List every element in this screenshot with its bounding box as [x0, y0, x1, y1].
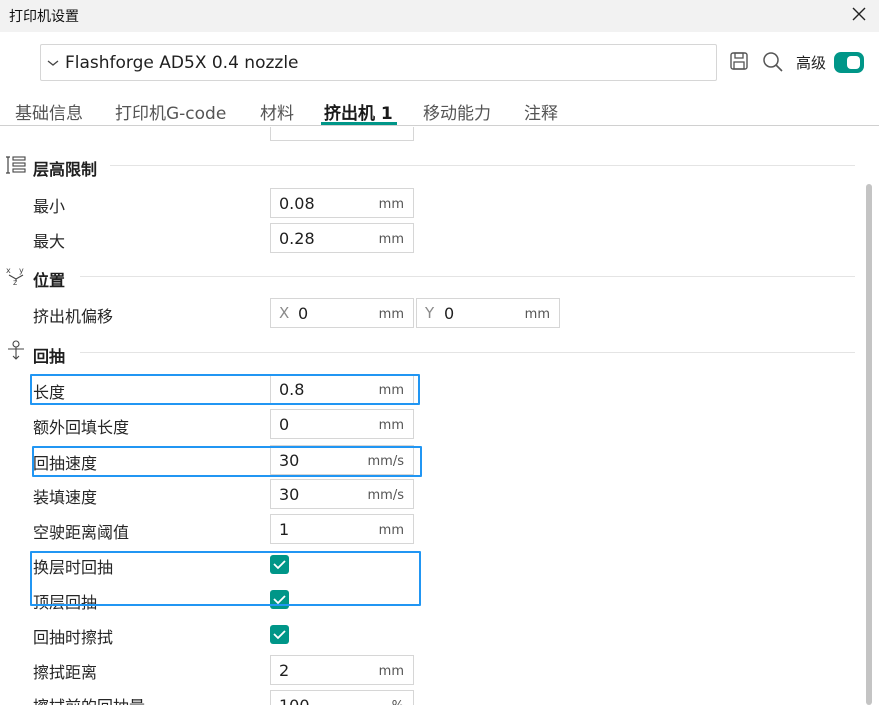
extra-restart-field[interactable]: 0 mm [270, 409, 414, 439]
travel-threshold-field[interactable]: 1 mm [270, 514, 414, 544]
svg-text:x: x [6, 266, 11, 275]
tab-extruder-1[interactable]: 挤出机 1 [324, 99, 393, 124]
x-prefix: X [279, 304, 290, 322]
tab-bar: 基础信息 打印机G-code 材料 挤出机 1 移动能力 注释 [0, 94, 879, 126]
extra-restart-label: 额外回填长度 [33, 418, 130, 437]
advanced-toggle[interactable] [834, 52, 864, 73]
field-unit: mm [378, 197, 404, 212]
wipe-distance-field[interactable]: 2 mm [270, 655, 414, 685]
field-unit: mm [378, 418, 404, 433]
field-value: 0.08 [279, 194, 315, 213]
wipe-distance-label: 擦拭距离 [33, 663, 98, 682]
tab-printer-gcode[interactable]: 打印机G-code [115, 99, 226, 124]
travel-threshold-label: 空驶距离阈值 [33, 523, 130, 542]
field-value: 30 [279, 485, 300, 504]
layer-max-field[interactable]: 0.28 mm [270, 223, 414, 253]
field-value: 0.28 [279, 229, 315, 248]
field-unit: % [392, 699, 404, 705]
toggle-knob [847, 56, 860, 69]
retract-before-wipe-field[interactable]: 100 % [270, 690, 414, 705]
field-unit: mm [378, 664, 404, 679]
svg-text:z: z [13, 278, 17, 287]
section-divider [110, 165, 855, 166]
highlight-box-checkboxes [30, 551, 421, 606]
extruder-offset-label: 挤出机偏移 [33, 307, 114, 326]
section-divider [80, 352, 855, 353]
field-value: 100 [279, 696, 310, 705]
retraction-icon [8, 340, 24, 360]
save-icon[interactable] [729, 51, 749, 71]
tab-notes[interactable]: 注释 [524, 99, 558, 124]
field-unit: mm/s [367, 488, 404, 503]
highlight-box-length [30, 374, 420, 405]
field-unit: mm [378, 523, 404, 538]
settings-panel: 层高限制 最小 0.08 mm 最大 0.28 mm x y z 位置 挤出机偏… [0, 127, 860, 705]
svg-text:y: y [19, 266, 24, 275]
layer-height-icon [6, 156, 26, 174]
close-icon[interactable] [851, 6, 867, 22]
section-divider [80, 276, 855, 277]
layer-min-label: 最小 [33, 197, 66, 216]
deretract-speed-label: 装填速度 [33, 488, 98, 507]
chevron-down-icon [47, 60, 59, 66]
layer-max-label: 最大 [33, 232, 66, 251]
field-value: 0 [298, 304, 309, 323]
title-bar: 打印机设置 [0, 0, 879, 32]
position-icon: x y z [6, 266, 24, 287]
active-tab-indicator [321, 122, 397, 125]
highlight-box-speed [32, 446, 422, 477]
offset-y-field[interactable]: Y 0 mm [416, 298, 560, 328]
offset-x-field[interactable]: X 0 mm [270, 298, 414, 328]
field-value: 1 [279, 520, 290, 539]
field-value: 2 [279, 661, 290, 680]
tab-motion-ability[interactable]: 移动能力 [423, 99, 491, 124]
check-icon [273, 630, 286, 640]
deretract-speed-field[interactable]: 30 mm/s [270, 479, 414, 509]
advanced-label: 高级 [796, 54, 827, 72]
window-title: 打印机设置 [9, 9, 79, 25]
y-prefix: Y [425, 304, 435, 322]
retract-before-wipe-label: 擦拭前的回抽量 [33, 693, 145, 705]
preset-dropdown[interactable]: Flashforge AD5X 0.4 nozzle [40, 44, 717, 81]
section-title-retraction: 回抽 [33, 347, 66, 366]
scrollbar-thumb[interactable] [866, 184, 872, 705]
tab-material[interactable]: 材料 [260, 99, 294, 124]
section-title-position: 位置 [33, 271, 66, 290]
preset-toolbar: Flashforge AD5X 0.4 nozzle 高级 [0, 32, 879, 94]
section-title-layer-height: 层高限制 [33, 160, 98, 179]
tab-basic-info[interactable]: 基础信息 [15, 99, 83, 124]
preset-value: Flashforge AD5X 0.4 nozzle [65, 53, 299, 73]
field-value: 0 [279, 415, 290, 434]
field-unit: mm [378, 307, 404, 322]
field-value: 0 [444, 304, 455, 323]
partial-field[interactable] [270, 127, 414, 141]
field-unit: mm [378, 232, 404, 247]
layer-min-field[interactable]: 0.08 mm [270, 188, 414, 218]
search-icon[interactable] [762, 51, 783, 72]
wipe-on-retract-checkbox[interactable] [270, 625, 289, 644]
wipe-on-retract-label: 回抽时擦拭 [33, 628, 114, 647]
field-unit: mm [524, 307, 550, 322]
